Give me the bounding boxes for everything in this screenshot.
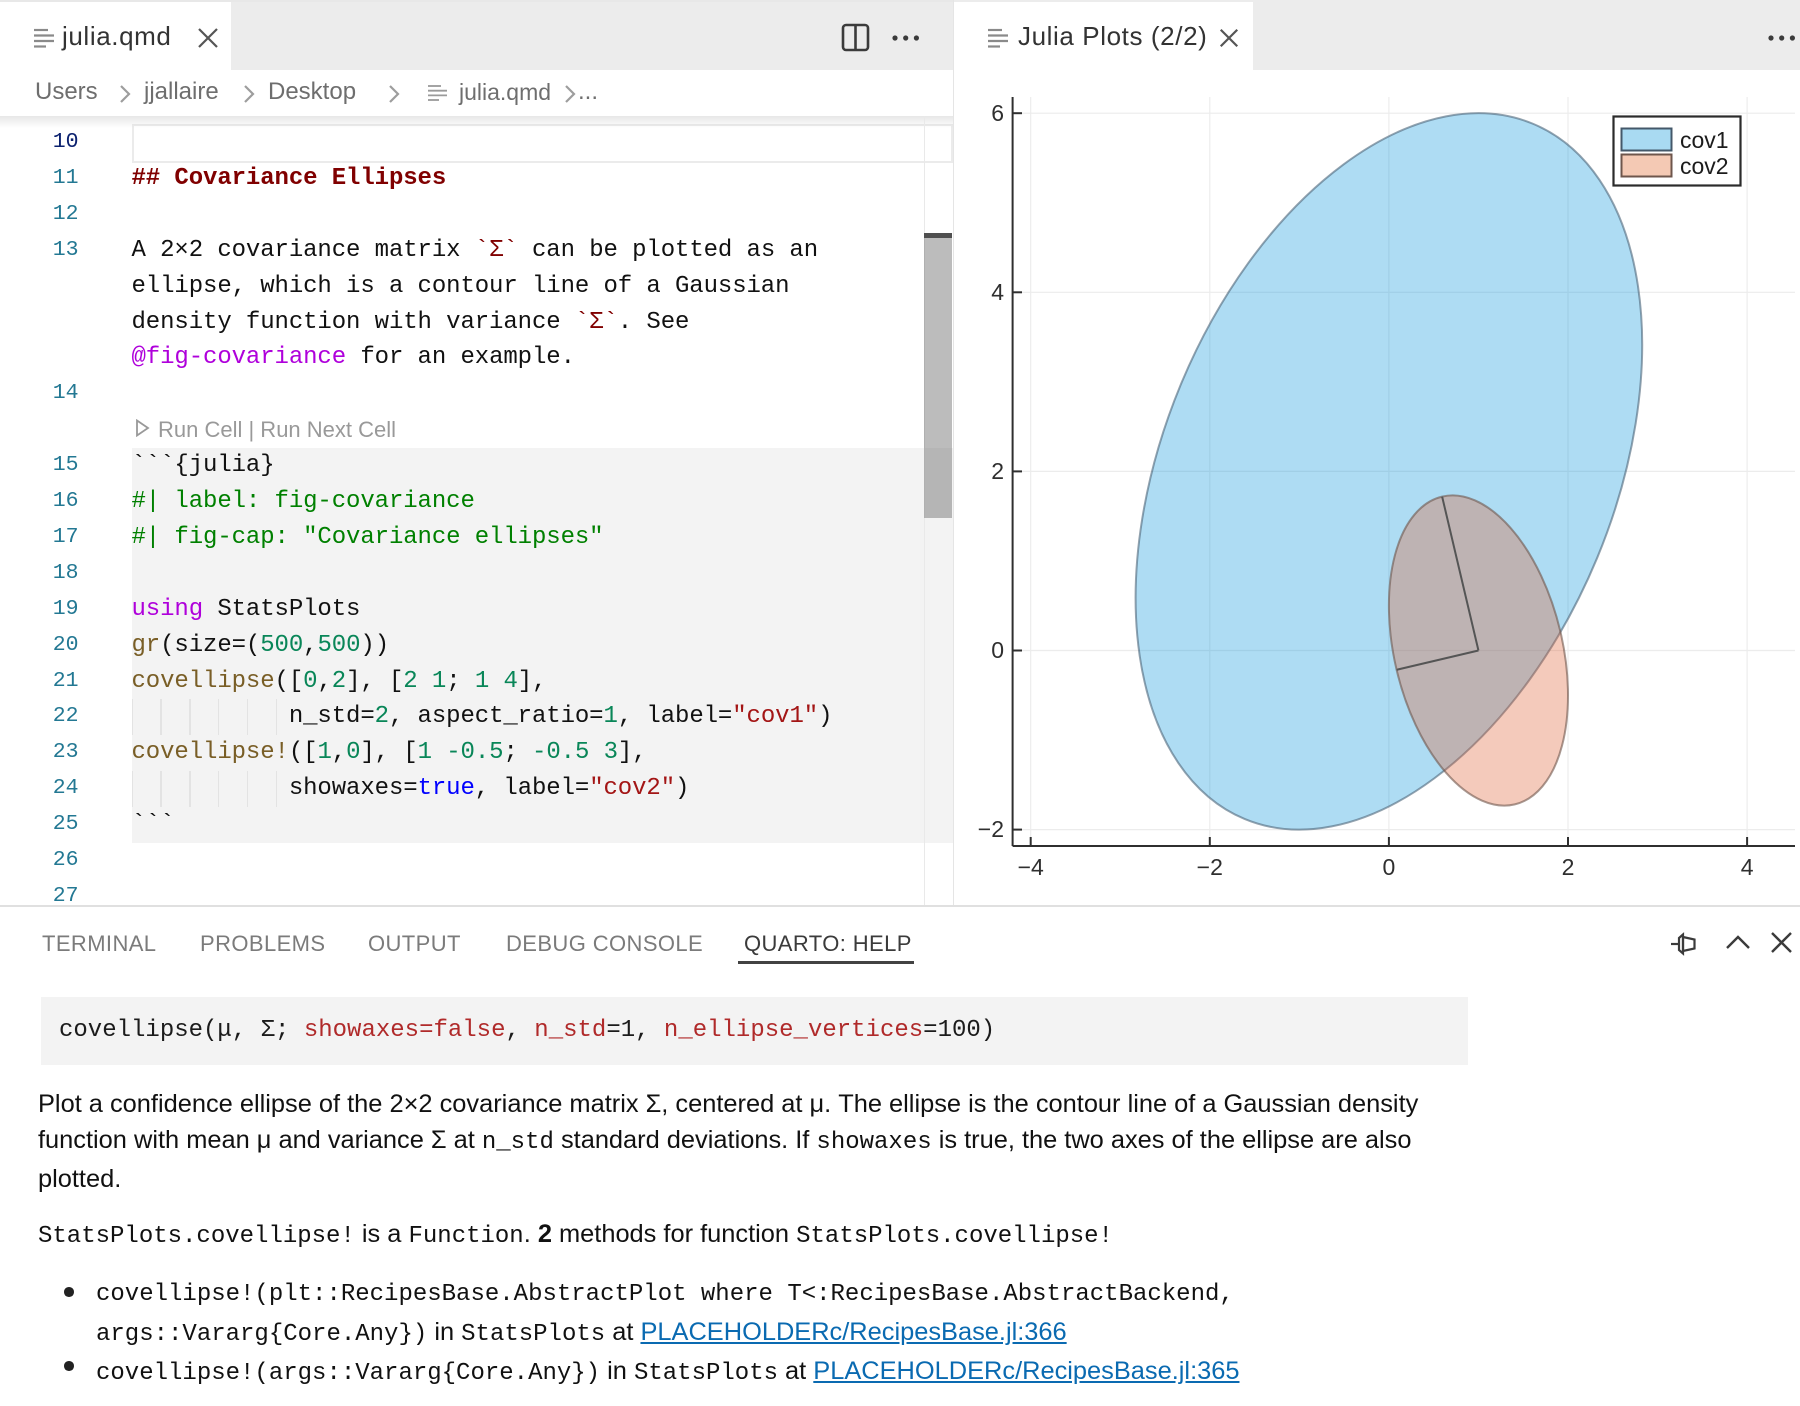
svg-text:−4: −4 — [1018, 854, 1044, 880]
svg-text:2: 2 — [1562, 854, 1575, 880]
svg-text:2: 2 — [991, 458, 1004, 484]
svg-text:cov2: cov2 — [1680, 153, 1729, 179]
svg-text:0: 0 — [991, 637, 1004, 663]
svg-text:4: 4 — [991, 279, 1004, 305]
svg-text:6: 6 — [991, 100, 1004, 126]
svg-text:−2: −2 — [1197, 854, 1223, 880]
svg-text:cov1: cov1 — [1680, 127, 1729, 153]
svg-text:0: 0 — [1383, 854, 1396, 880]
svg-text:−2: −2 — [978, 816, 1004, 842]
svg-text:4: 4 — [1741, 854, 1754, 880]
